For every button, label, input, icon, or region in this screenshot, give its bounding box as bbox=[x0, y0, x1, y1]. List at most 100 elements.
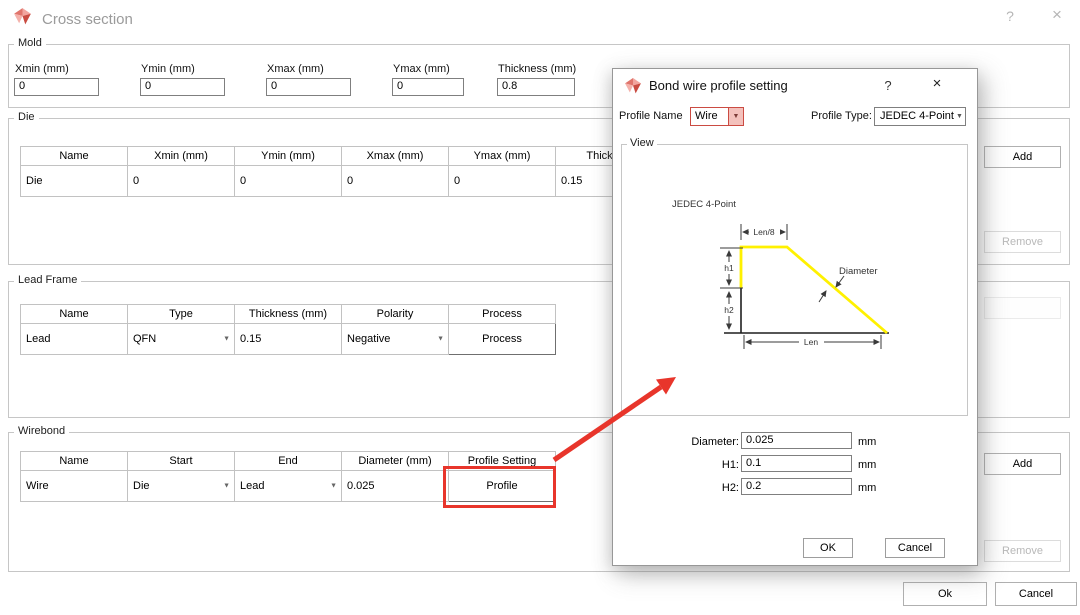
dim-len8-label: Len/8 bbox=[753, 227, 775, 237]
wire-profile-path bbox=[741, 247, 887, 333]
die-col-ymax: Ymax (mm) bbox=[449, 147, 556, 166]
die-col-xmin: Xmin (mm) bbox=[128, 147, 235, 166]
h2-param-label: H2: bbox=[653, 482, 739, 494]
mold-ymin-label: Ymin (mm) bbox=[141, 63, 195, 75]
window-help-button[interactable]: ? bbox=[1000, 8, 1020, 24]
mold-xmin-input[interactable]: 0 bbox=[14, 78, 99, 96]
leadframe-type-value: QFN bbox=[133, 333, 156, 345]
dim-h1-label: h1 bbox=[724, 263, 734, 273]
dim-diameter-label: Diameter bbox=[839, 266, 878, 277]
chevron-down-icon: ▼ bbox=[223, 483, 230, 490]
chevron-down-icon: ▼ bbox=[330, 483, 337, 490]
leadframe-add-button-obscured[interactable] bbox=[984, 297, 1061, 319]
profile-type-label: Profile Type: bbox=[811, 110, 872, 122]
mold-xmax-input[interactable]: 0 bbox=[266, 78, 351, 96]
leadframe-group-title: Lead Frame bbox=[14, 274, 81, 286]
mold-ymin-input[interactable]: 0 bbox=[140, 78, 225, 96]
wirebond-group-title: Wirebond bbox=[14, 425, 69, 437]
wirebond-remove-button[interactable]: Remove bbox=[984, 540, 1061, 562]
app-logo-icon bbox=[624, 77, 642, 95]
die-remove-button[interactable]: Remove bbox=[984, 231, 1061, 253]
die-group-title: Die bbox=[14, 111, 39, 123]
chevron-down-icon: ▼ bbox=[437, 336, 444, 343]
process-button[interactable]: Process bbox=[449, 324, 556, 355]
profile-name-combo[interactable]: Wire ▼ bbox=[690, 107, 744, 126]
diameter-param-input[interactable]: 0.025 bbox=[741, 432, 852, 449]
leadframe-col-polarity: Polarity bbox=[342, 305, 449, 324]
mold-xmin-label: Xmin (mm) bbox=[15, 63, 69, 75]
wirebond-end-combo[interactable]: Lead ▼ bbox=[235, 471, 342, 502]
wirebond-add-button[interactable]: Add bbox=[984, 453, 1061, 475]
bond-wire-profile-dialog: Bond wire profile setting ? × Profile Na… bbox=[612, 68, 978, 566]
leadframe-name-cell[interactable]: Lead bbox=[21, 324, 128, 355]
wirebond-name-cell[interactable]: Wire bbox=[21, 471, 128, 502]
mold-group-title: Mold bbox=[14, 37, 46, 49]
mold-ymax-input[interactable]: 0 bbox=[392, 78, 464, 96]
leadframe-table-row: Lead QFN ▼ 0.15 Negative ▼ Process bbox=[21, 324, 556, 355]
h1-param-input[interactable]: 0.1 bbox=[741, 455, 852, 472]
wirebond-end-value: Lead bbox=[240, 480, 264, 492]
window-close-button[interactable]: × bbox=[1046, 5, 1068, 25]
chevron-down-icon: ▼ bbox=[954, 108, 965, 125]
die-table-row: Die 0 0 0 0 0.15 bbox=[21, 166, 696, 197]
leadframe-polarity-combo[interactable]: Negative ▼ bbox=[342, 324, 449, 355]
wirebond-diameter-cell[interactable]: 0.025 bbox=[342, 471, 449, 502]
profile-highlight-rectangle bbox=[443, 466, 556, 508]
view-group: View JEDEC 4-Point Len/8 bbox=[621, 144, 968, 416]
chevron-down-icon: ▼ bbox=[728, 108, 743, 125]
h1-param-label: H1: bbox=[653, 459, 739, 471]
chevron-down-icon: ▼ bbox=[223, 336, 230, 343]
profile-type-value: JEDEC 4-Point bbox=[875, 108, 954, 125]
view-group-title: View bbox=[627, 137, 657, 149]
die-add-button[interactable]: Add bbox=[984, 146, 1061, 168]
profile-name-value: Wire bbox=[691, 108, 728, 125]
leadframe-table: Name Type Thickness (mm) Polarity Proces… bbox=[20, 304, 556, 355]
leadframe-col-name: Name bbox=[21, 305, 128, 324]
die-ymin-cell[interactable]: 0 bbox=[235, 166, 342, 197]
wirebond-col-name: Name bbox=[21, 452, 128, 471]
wirebond-start-value: Die bbox=[133, 480, 150, 492]
wirebond-col-end: End bbox=[235, 452, 342, 471]
window-title: Cross section bbox=[42, 11, 133, 28]
die-name-cell[interactable]: Die bbox=[21, 166, 128, 197]
mold-thickness-input[interactable]: 0.8 bbox=[497, 78, 575, 96]
h2-param-input[interactable]: 0.2 bbox=[741, 478, 852, 495]
h2-param-unit: mm bbox=[858, 482, 876, 494]
profile-type-combo[interactable]: JEDEC 4-Point ▼ bbox=[874, 107, 966, 126]
mold-thickness-label: Thickness (mm) bbox=[498, 63, 576, 75]
leadframe-col-thickness: Thickness (mm) bbox=[235, 305, 342, 324]
cancel-button[interactable]: Cancel bbox=[995, 582, 1077, 606]
leadframe-thickness-cell[interactable]: 0.15 bbox=[235, 324, 342, 355]
die-xmin-cell[interactable]: 0 bbox=[128, 166, 235, 197]
die-col-xmax: Xmax (mm) bbox=[342, 147, 449, 166]
die-col-name: Name bbox=[21, 147, 128, 166]
die-table: Name Xmin (mm) Ymin (mm) Xmax (mm) Ymax … bbox=[20, 146, 696, 197]
leadframe-col-type: Type bbox=[128, 305, 235, 324]
wirebond-col-start: Start bbox=[128, 452, 235, 471]
leadframe-table-header: Name Type Thickness (mm) Polarity Proces… bbox=[21, 305, 556, 324]
mold-xmax-label: Xmax (mm) bbox=[267, 63, 324, 75]
dialog-help-button[interactable]: ? bbox=[879, 78, 897, 93]
leadframe-type-combo[interactable]: QFN ▼ bbox=[128, 324, 235, 355]
dim-len-label: Len bbox=[804, 337, 818, 347]
wirebond-start-combo[interactable]: Die ▼ bbox=[128, 471, 235, 502]
die-table-header: Name Xmin (mm) Ymin (mm) Xmax (mm) Ymax … bbox=[21, 147, 696, 166]
dialog-close-button[interactable]: × bbox=[927, 75, 947, 92]
dialog-title: Bond wire profile setting bbox=[649, 78, 788, 93]
profile-name-label: Profile Name bbox=[619, 110, 683, 122]
die-col-ymin: Ymin (mm) bbox=[235, 147, 342, 166]
dialog-cancel-button[interactable]: Cancel bbox=[885, 538, 945, 558]
wirebond-col-diameter: Diameter (mm) bbox=[342, 452, 449, 471]
dim-h2-label: h2 bbox=[724, 305, 734, 315]
ok-button[interactable]: Ok bbox=[903, 582, 987, 606]
die-xmax-cell[interactable]: 0 bbox=[342, 166, 449, 197]
wire-profile-diagram: JEDEC 4-Point Len/8 h1 h2 Diameter bbox=[622, 145, 967, 415]
diameter-param-label: Diameter: bbox=[653, 436, 739, 448]
leadframe-col-process: Process bbox=[449, 305, 556, 324]
diameter-param-unit: mm bbox=[858, 436, 876, 448]
die-ymax-cell[interactable]: 0 bbox=[449, 166, 556, 197]
leadframe-polarity-value: Negative bbox=[347, 333, 390, 345]
dialog-ok-button[interactable]: OK bbox=[803, 538, 853, 558]
mold-ymax-label: Ymax (mm) bbox=[393, 63, 450, 75]
app-logo-icon bbox=[13, 7, 32, 26]
